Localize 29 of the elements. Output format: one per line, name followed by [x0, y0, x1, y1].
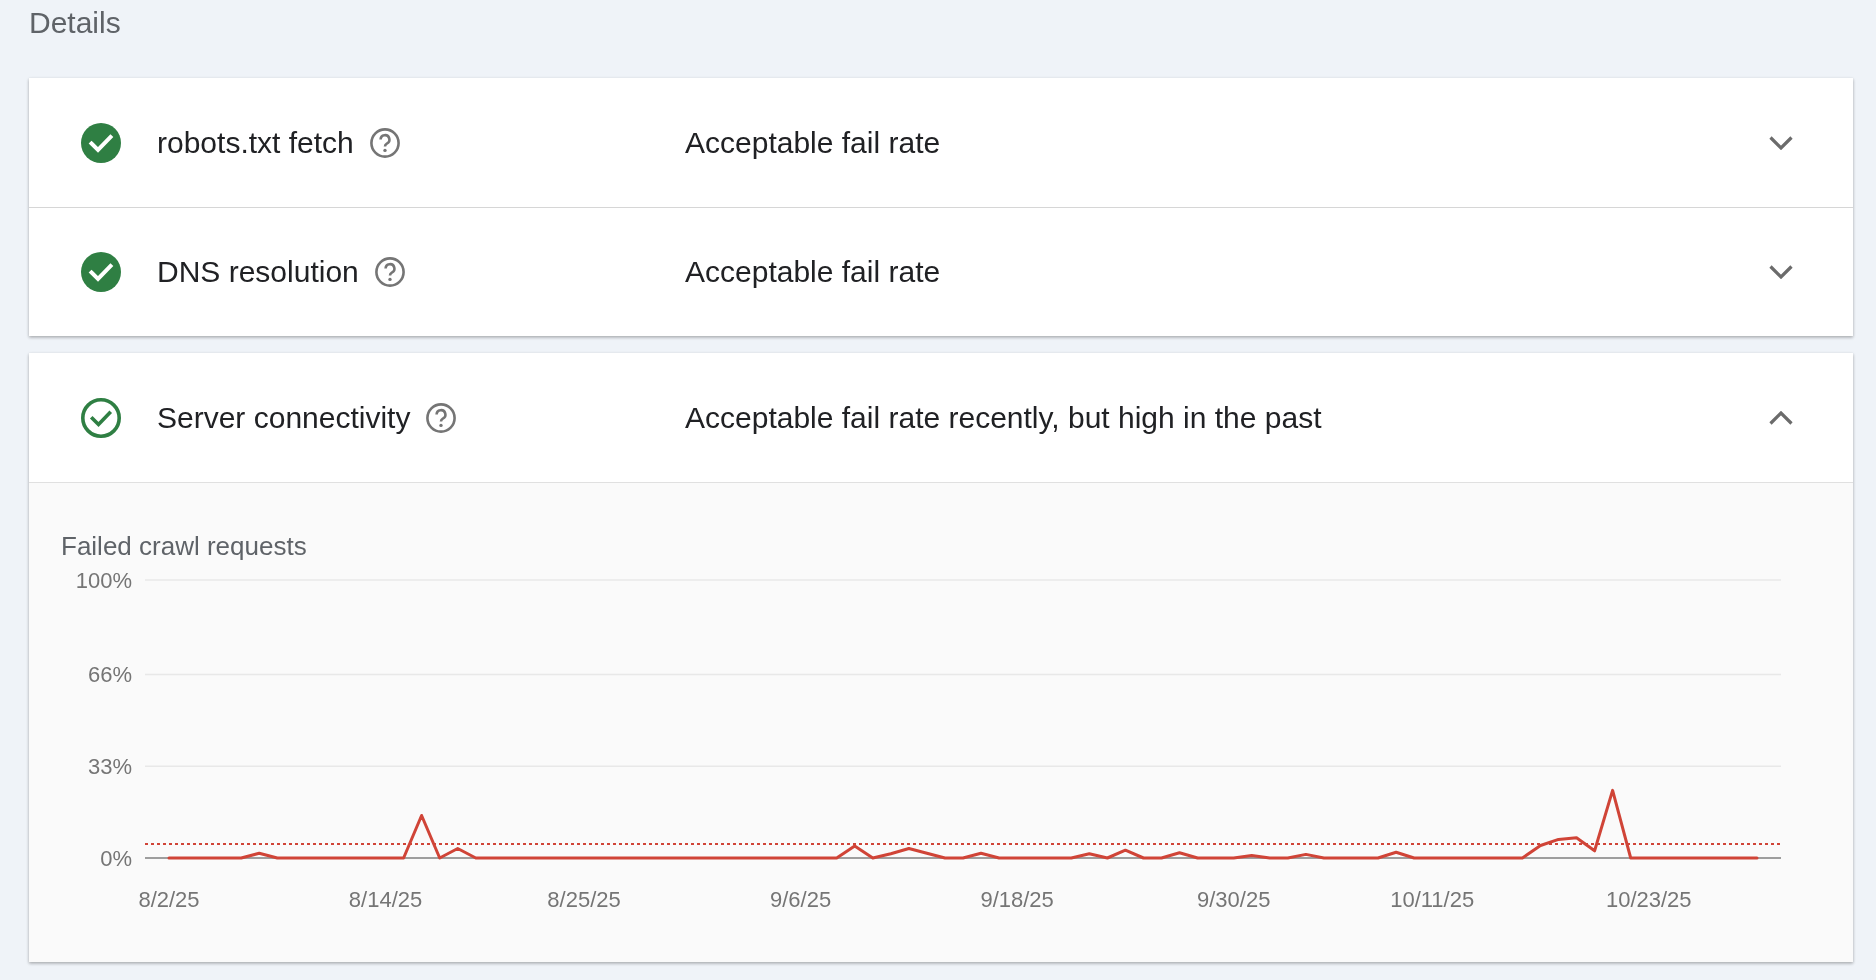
y-axis-label: 66%	[87, 662, 132, 687]
check-circle-icon	[81, 122, 121, 163]
x-axis-label: 10/11/25	[1390, 886, 1475, 912]
help-icon[interactable]	[426, 402, 457, 433]
x-axis-label: 9/30/25	[1197, 886, 1271, 912]
check-name: Server connectivity	[157, 399, 411, 436]
x-axis-label: 8/2/25	[138, 886, 200, 912]
y-axis-label: 0%	[100, 845, 132, 871]
x-axis-label: 8/14/25	[348, 886, 423, 912]
x-axis-label: 9/6/25	[770, 886, 832, 912]
section-heading: Details	[29, 5, 121, 41]
help-icon[interactable]	[369, 127, 400, 158]
x-axis-label: 9/18/25	[980, 886, 1054, 912]
chevron-down-icon[interactable]	[1769, 135, 1793, 150]
chevron-down-icon[interactable]	[1769, 265, 1793, 279]
check-name: robots.txt fetch	[157, 124, 354, 161]
check-circle-outline-icon	[81, 397, 121, 438]
chart-title: Failed crawl requests	[61, 531, 307, 561]
status-text: Acceptable fail rate recently, but high in the past	[685, 399, 1322, 436]
x-axis-label: 8/25/25	[547, 886, 621, 912]
y-axis-label: 100%	[75, 567, 132, 593]
check-name: DNS resolution	[157, 254, 359, 290]
status-text: Acceptable fail rate	[685, 254, 941, 290]
x-axis-label: 10/23/25	[1605, 886, 1692, 912]
chevron-up-icon[interactable]	[1769, 410, 1793, 425]
check-circle-icon	[81, 252, 121, 292]
status-text: Acceptable fail rate	[685, 124, 941, 161]
help-icon[interactable]	[374, 257, 405, 287]
y-axis-label: 33%	[87, 753, 132, 779]
